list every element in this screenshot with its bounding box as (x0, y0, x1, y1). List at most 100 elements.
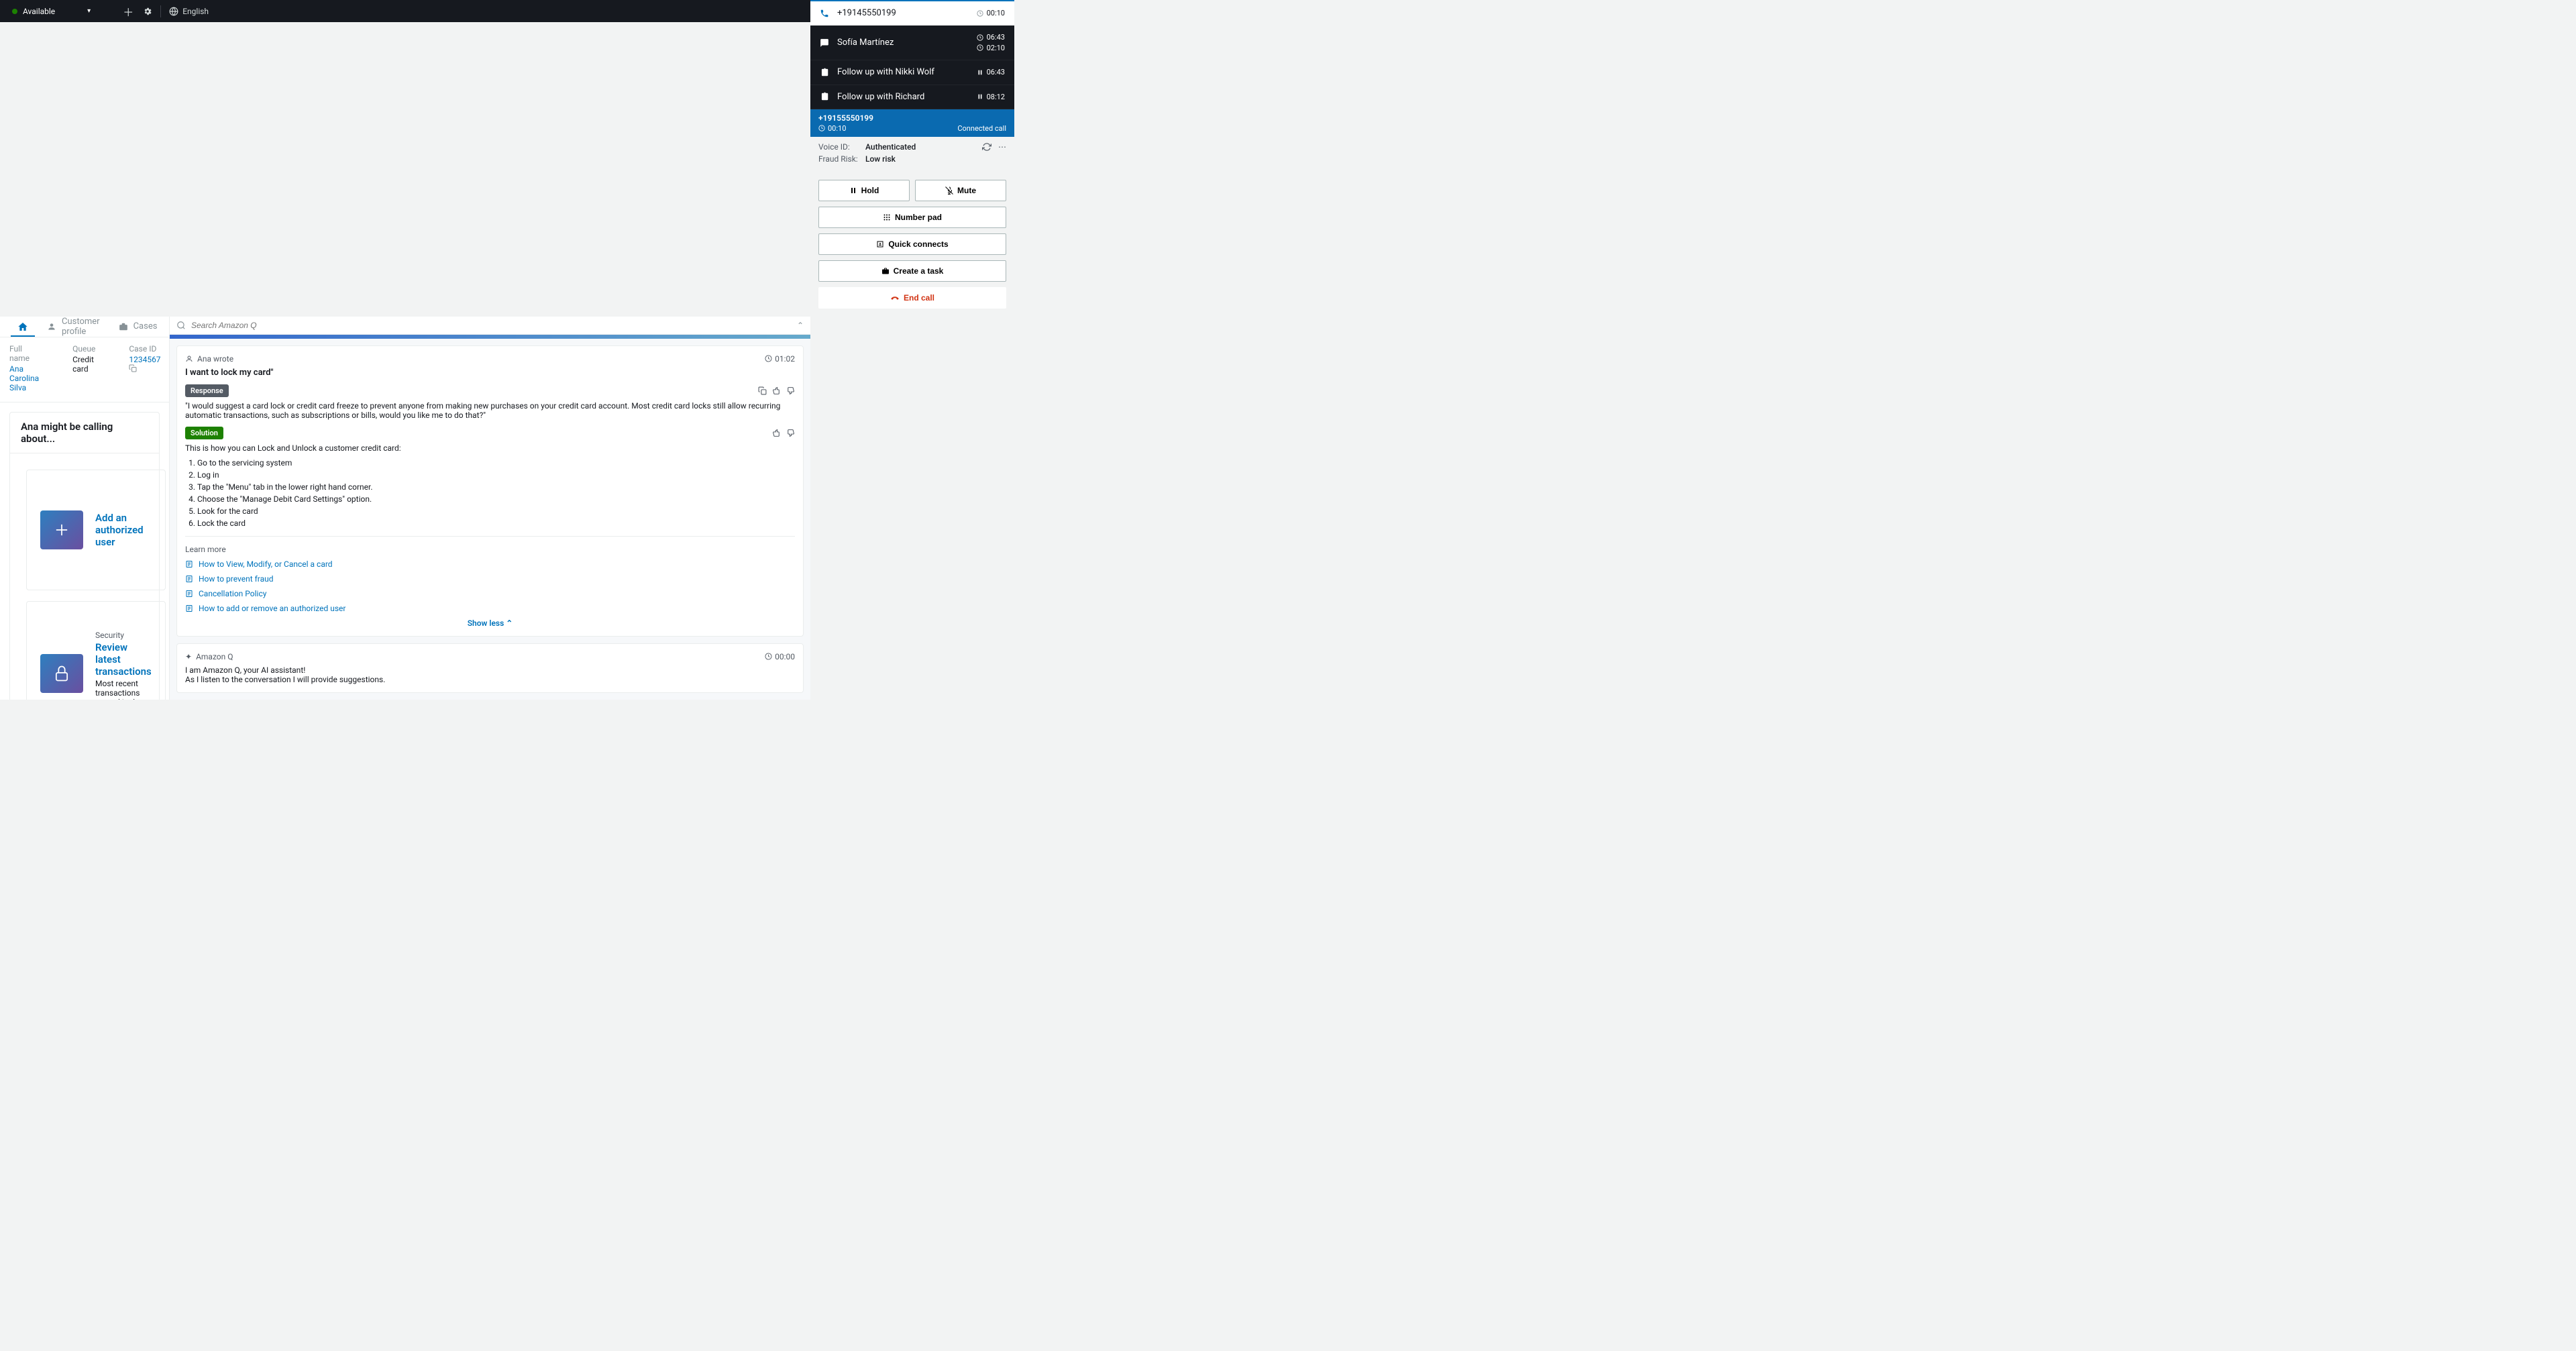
solution-badge: Solution (185, 427, 223, 439)
plus-icon (40, 510, 83, 549)
clock-icon (977, 44, 983, 51)
grid-icon (883, 213, 891, 221)
tab-home[interactable] (8, 317, 38, 337)
q-time: 01:02 (775, 354, 795, 364)
create-task-button[interactable]: Create a task (818, 260, 1006, 282)
response-badge: Response (185, 384, 229, 397)
tab-label: Cases (133, 321, 158, 331)
task-label: Create a task (894, 266, 944, 276)
suggestion-card[interactable]: SecurityReview latest transactionsMost r… (26, 601, 166, 700)
learn-link[interactable]: How to prevent fraud (185, 574, 795, 584)
more-icon[interactable]: ⋯ (998, 142, 1006, 152)
clock-icon (765, 355, 772, 362)
agent-status-dropdown[interactable]: Available ▾ (7, 7, 96, 16)
case-id-label: Case ID (129, 344, 163, 354)
contact-item[interactable]: Follow up with Richard 08:12 (810, 85, 1014, 109)
sparkle-icon: ✦ (185, 652, 192, 661)
doc-icon (185, 575, 193, 583)
language-selector[interactable]: English (169, 7, 209, 16)
pause-icon (977, 93, 983, 100)
contact-list: +19145550199 00:10 Sofía Martínez 06:43 … (810, 0, 1014, 109)
why-calling-heading: Ana might be calling about... (10, 413, 159, 453)
user-icon (185, 355, 193, 363)
task-icon (820, 92, 830, 101)
plus-icon[interactable]: ＋ (123, 3, 133, 19)
tab-label: Customer profile (62, 317, 100, 337)
step: Go to the servicing system (197, 458, 795, 468)
thumbs-down-icon[interactable] (772, 386, 781, 395)
learn-more-label: Learn more (185, 545, 795, 554)
hold-label: Hold (861, 186, 879, 195)
mic-off-icon (945, 186, 953, 195)
contact-label: Follow up with Richard (837, 92, 924, 102)
hold-button[interactable]: Hold (818, 180, 910, 201)
contact-item[interactable]: Sofía Martínez 06:43 02:10 (810, 25, 1014, 60)
connected-number: +19155550199 (818, 113, 1006, 123)
briefcase-icon (119, 322, 128, 331)
clock-icon (765, 653, 772, 660)
q-who: Amazon Q (196, 652, 233, 661)
chat-icon (820, 38, 830, 48)
link-text: How to View, Modify, or Cancel a card (199, 559, 333, 569)
show-less-toggle[interactable]: Show less ⌃ (185, 618, 795, 628)
connected-call-bar: +19155550199 00:10 Connected call (810, 109, 1014, 137)
amazon-q-search-input[interactable] (191, 321, 792, 330)
timer: 06:43 (987, 32, 1005, 42)
suggestion-card[interactable]: Add an authorized user (26, 470, 166, 590)
thumbs-up-icon[interactable] (786, 429, 795, 437)
quick-connects-button[interactable]: Quick connects (818, 233, 1006, 255)
full-name-link[interactable]: Ana Carolina Silva (9, 364, 39, 392)
queue-label: Queue (72, 344, 95, 354)
gear-icon[interactable] (143, 7, 152, 16)
timer: 00:10 (987, 8, 1005, 18)
end-label: End call (904, 293, 934, 303)
chevron-up-icon[interactable]: ⌃ (797, 321, 804, 330)
q-who: Ana wrote (197, 354, 233, 364)
thumbs-down-icon[interactable] (772, 429, 781, 437)
learn-link[interactable]: Cancellation Policy (185, 589, 795, 598)
chevron-up-icon: ⌃ (506, 618, 513, 628)
case-id-link[interactable]: 1234567 (129, 355, 160, 364)
copy-icon[interactable] (758, 386, 767, 395)
thumbs-up-icon[interactable] (786, 386, 795, 395)
clock-icon (977, 34, 983, 41)
user-icon (47, 322, 56, 331)
link-text: How to add or remove an authorized user (199, 604, 345, 613)
q-time: 00:00 (775, 652, 795, 661)
tab-cases[interactable]: Cases (109, 317, 167, 337)
briefcase-icon (881, 267, 890, 275)
phone-icon (820, 9, 830, 18)
end-call-button[interactable]: End call (818, 287, 1006, 309)
chevron-down-icon: ▾ (87, 7, 91, 15)
task-icon (820, 68, 830, 77)
step: Look for the card (197, 506, 795, 516)
copy-icon[interactable] (129, 364, 163, 372)
refresh-icon[interactable] (982, 142, 991, 152)
card-category: Security (95, 631, 152, 640)
numpad-label: Number pad (895, 213, 942, 222)
numpad-button[interactable]: Number pad (818, 207, 1006, 228)
connected-status: Connected call (957, 124, 1006, 133)
doc-icon (185, 590, 193, 598)
contacts-icon (876, 240, 884, 248)
clock-icon (818, 125, 825, 131)
contact-label: Follow up with Nikki Wolf (837, 67, 934, 77)
mute-button[interactable]: Mute (915, 180, 1006, 201)
language-label: English (182, 7, 209, 16)
status-dot-icon (12, 9, 17, 14)
contact-label: +19145550199 (837, 8, 896, 18)
contact-item[interactable]: Follow up with Nikki Wolf 06:43 (810, 60, 1014, 85)
learn-link[interactable]: How to add or remove an authorized user (185, 604, 795, 613)
learn-link[interactable]: How to View, Modify, or Cancel a card (185, 559, 795, 569)
contact-item[interactable]: +19145550199 00:10 (810, 0, 1014, 25)
hangup-icon (890, 293, 900, 303)
assistant-line: As I listen to the conversation I will p… (185, 675, 795, 684)
step: Tap the "Menu" tab in the lower right ha… (197, 482, 795, 492)
timer: 08:12 (987, 92, 1005, 102)
full-name-label: Full name (9, 344, 39, 363)
quick-label: Quick connects (888, 239, 948, 249)
q-solution-intro: This is how you can Lock and Unlock a cu… (185, 443, 795, 453)
home-icon (17, 321, 28, 332)
tab-customer-profile[interactable]: Customer profile (38, 317, 109, 337)
step: Choose the "Manage Debit Card Settings" … (197, 494, 795, 504)
